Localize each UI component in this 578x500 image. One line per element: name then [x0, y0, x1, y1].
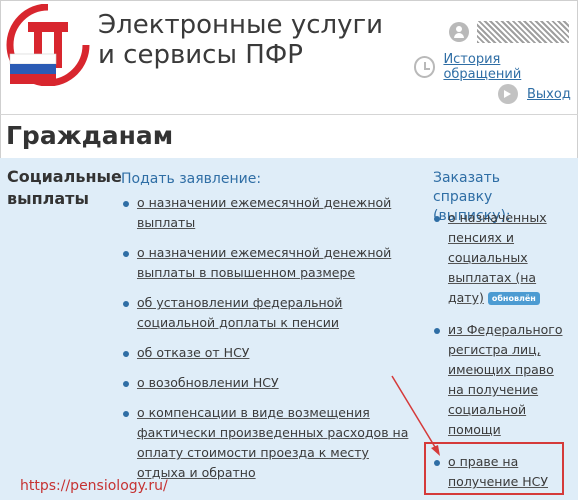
list-item: о назначенных пенсиях и социальных выпла…: [433, 208, 563, 308]
apply-nsu-resume-link[interactable]: о возобновлении НСУ: [137, 375, 279, 390]
user-icon: [449, 22, 469, 42]
apply-monthly-payment-link[interactable]: о назначении ежемесячной денежной выплат…: [137, 195, 391, 230]
apply-heading: Подать заявление:: [121, 171, 262, 187]
list-item: о возобновлении НСУ: [122, 373, 418, 393]
history-link[interactable]: История обращений: [414, 52, 578, 82]
watermark-url: https://pensiology.ru/: [20, 478, 168, 494]
list-item: из Федерального регистра лиц, имеющих пр…: [433, 320, 563, 440]
apply-nsu-refusal-link[interactable]: об отказе от НСУ: [137, 345, 249, 360]
updated-badge: обновлён: [487, 292, 540, 305]
pfr-logo[interactable]: [6, 4, 90, 86]
category-title-line2: выплаты: [7, 189, 89, 208]
app-title-line2: и сервисы ПФР: [98, 40, 303, 70]
cert-pensions-link[interactable]: о назначенных пенсиях и социальных выпла…: [448, 210, 547, 305]
category-title-line1: Социальные: [7, 167, 122, 186]
history-icon: [414, 56, 436, 78]
header-divider: [0, 114, 578, 115]
apply-list: о назначении ежемесячной денежной выплат…: [122, 193, 418, 493]
app-title: Электронные услуги и сервисы ПФР: [98, 10, 383, 70]
list-item: об установлении федеральной социальной д…: [122, 293, 418, 333]
apply-travel-compensation-link[interactable]: о компенсации в виде возмещения фактичес…: [137, 405, 408, 480]
cert-federal-register-link[interactable]: из Федерального регистра лиц, имеющих пр…: [448, 322, 563, 437]
category-title: Социальные выплаты: [7, 166, 122, 210]
section-title: Гражданам: [6, 121, 174, 150]
list-item: о назначении ежемесячной денежной выплат…: [122, 243, 418, 283]
apply-federal-supplement-link[interactable]: об установлении федеральной социальной д…: [137, 295, 342, 330]
annotation-highlight-box: [424, 442, 564, 495]
apply-monthly-payment-increased-link[interactable]: о назначении ежемесячной денежной выплат…: [137, 245, 391, 280]
list-item: о компенсации в виде возмещения фактичес…: [122, 403, 418, 483]
exit-icon: [498, 84, 518, 104]
app-title-line1: Электронные услуги: [98, 10, 384, 40]
list-item: об отказе от НСУ: [122, 343, 418, 363]
exit-link[interactable]: Выход: [498, 82, 571, 106]
history-link-label[interactable]: История обращений: [443, 52, 578, 82]
exit-link-label[interactable]: Выход: [527, 87, 571, 102]
user-block[interactable]: [449, 20, 569, 46]
list-item: о назначении ежемесячной денежной выплат…: [122, 193, 418, 233]
user-name-redacted: [477, 21, 569, 43]
